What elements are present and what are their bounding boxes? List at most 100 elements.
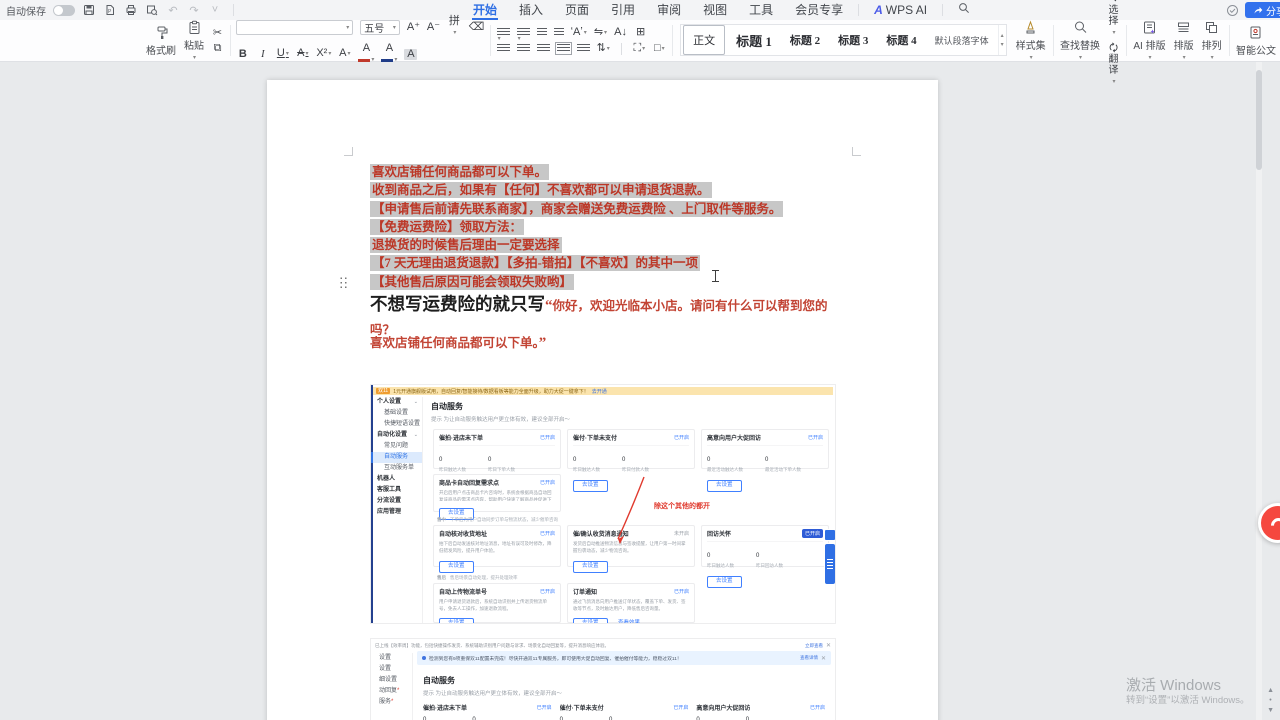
- sidebar-item-tools[interactable]: 客服工具: [371, 485, 422, 496]
- page-up-icon[interactable]: ▲: [1267, 687, 1274, 694]
- status-link[interactable]: 已开启: [540, 588, 555, 595]
- status-link[interactable]: 已开启: [674, 588, 689, 595]
- highlighted-paragraph[interactable]: 喜欢店铺任何商品都可以下单。 收到商品之后，如果有【任何】不喜欢都可以申请退货退…: [370, 163, 783, 291]
- font-name-combo[interactable]: ▾: [236, 20, 353, 35]
- tab-page[interactable]: 页面: [554, 0, 600, 20]
- status-link[interactable]: 已开启: [673, 704, 688, 711]
- ribbon-search-icon[interactable]: [947, 0, 981, 20]
- text-effect-button[interactable]: A: [338, 48, 351, 60]
- style-set-button[interactable]: 样式集: [1012, 20, 1050, 61]
- paragraph-drag-handle-icon[interactable]: [339, 276, 348, 289]
- sidebar-item[interactable]: 设置: [371, 664, 412, 675]
- superscript-button[interactable]: X²: [316, 48, 331, 60]
- sidebar-item-routing[interactable]: 分流设置: [371, 496, 422, 507]
- page-down-icon[interactable]: ▼: [1267, 707, 1274, 714]
- tab-wps-ai[interactable]: AWPS AI: [863, 0, 938, 20]
- sidebar-item[interactable]: 常见问题: [371, 441, 422, 452]
- heading-red-line2[interactable]: 喜欢店铺任何商品都可以下单。”: [370, 332, 546, 352]
- shrink-font-icon[interactable]: A⁻: [427, 22, 440, 33]
- justify-icon[interactable]: [557, 44, 570, 53]
- tab-reference[interactable]: 引用: [600, 0, 646, 20]
- align-left-icon[interactable]: [497, 44, 510, 53]
- underline-button[interactable]: U: [276, 48, 289, 60]
- increase-indent-icon[interactable]: [554, 28, 564, 37]
- sidebar-item-robot[interactable]: 机器人: [371, 474, 422, 485]
- style-heading3[interactable]: 标题 3: [829, 25, 877, 55]
- cut-icon[interactable]: ✂: [211, 28, 224, 39]
- status-link[interactable]: 已开启: [540, 530, 555, 537]
- doc-scrollbar-thumb[interactable]: [1256, 70, 1262, 170]
- go-setup-button[interactable]: 去设置: [573, 561, 608, 573]
- sidebar-item[interactable]: 细设置: [371, 675, 412, 686]
- autosave-toggle[interactable]: [53, 5, 75, 16]
- tab-insert[interactable]: 插入: [508, 0, 554, 20]
- floating-promo-widget[interactable]: [824, 529, 836, 585]
- style-heading2[interactable]: 标题 2: [781, 25, 829, 55]
- sidebar-item[interactable]: 基础设置: [371, 408, 422, 419]
- distribute-icon[interactable]: [577, 44, 590, 53]
- shot2-top-link[interactable]: 立即查看: [805, 643, 823, 649]
- translate-button[interactable]: 🗘 翻译: [1107, 43, 1120, 88]
- go-setup-button[interactable]: 去设置: [573, 480, 608, 492]
- strikethrough-button[interactable]: A: [296, 48, 309, 60]
- close-icon[interactable]: ✕: [821, 655, 826, 662]
- smart-doc-button[interactable]: 智能公文: [1232, 20, 1280, 61]
- arrange-button[interactable]: 排列: [1198, 20, 1226, 61]
- style-heading1[interactable]: 标题 1: [727, 25, 781, 55]
- line-spacing-icon[interactable]: ⇅: [597, 43, 610, 55]
- border-icon[interactable]: □: [653, 43, 666, 55]
- decrease-indent-icon[interactable]: [537, 28, 547, 37]
- promo-link[interactable]: 去开通: [592, 388, 607, 395]
- tab-review[interactable]: 审阅: [646, 0, 692, 20]
- tab-view[interactable]: 视图: [692, 0, 738, 20]
- status-link[interactable]: 已开启: [540, 479, 555, 486]
- sidebar-item[interactable]: 服务*: [371, 697, 412, 708]
- print-icon[interactable]: [124, 3, 138, 17]
- sidebar-group-automation[interactable]: 自动化设置⌄: [371, 430, 422, 441]
- style-heading4[interactable]: 标题 4: [877, 25, 925, 55]
- tab-tools[interactable]: 工具: [738, 0, 784, 20]
- align-right-icon[interactable]: [537, 44, 550, 53]
- sidebar-item[interactable]: 快捷短语设置: [371, 419, 422, 430]
- sidebar-item-auto-service[interactable]: 自动服务: [371, 452, 422, 463]
- export-pdf-icon[interactable]: P: [103, 3, 117, 17]
- ai-typeset-button[interactable]: AI 排版: [1129, 20, 1169, 61]
- status-badge[interactable]: 已开启: [802, 529, 823, 538]
- text-direction-icon[interactable]: ⇋: [594, 27, 607, 39]
- save-icon[interactable]: [82, 3, 96, 17]
- select-tool-button[interactable]: ⭦ 选择: [1107, 0, 1120, 39]
- document-page[interactable]: 喜欢店铺任何商品都可以下单。 收到商品之后，如果有【任何】不喜欢都可以申请退货退…: [267, 80, 938, 720]
- sidebar-item-apps[interactable]: 应用管理: [371, 507, 422, 518]
- close-icon[interactable]: ✕: [826, 642, 831, 649]
- tab-member[interactable]: 会员专享: [784, 0, 854, 20]
- go-setup-button[interactable]: 去设置: [707, 480, 742, 492]
- browse-object-icon[interactable]: •: [1269, 697, 1271, 704]
- sidebar-item[interactable]: 动回复*: [371, 686, 412, 697]
- sidebar-group-personal[interactable]: 个人设置⌄: [371, 397, 422, 408]
- numbered-list-icon[interactable]: [517, 28, 530, 37]
- status-link[interactable]: 已开启: [674, 434, 689, 441]
- view-effect-link[interactable]: 查看效果: [618, 620, 640, 624]
- show-marks-icon[interactable]: ⊞: [634, 27, 647, 38]
- promo-bar[interactable]: 双11 1元开通旗舰版试用，自动回复/智能接待/数据看板等能力全面升级，助力大促…: [373, 387, 833, 395]
- status-link[interactable]: 已开启: [537, 704, 552, 711]
- typeset-button[interactable]: 排版: [1170, 20, 1198, 61]
- char-scale-icon[interactable]: ʻAʼ: [571, 27, 587, 39]
- redo-icon[interactable]: ↷: [187, 3, 201, 17]
- status-link[interactable]: 已开启: [808, 434, 823, 441]
- go-setup-button[interactable]: 去设置: [573, 618, 608, 624]
- status-link[interactable]: 未开启: [674, 530, 689, 537]
- paragraph-shading-icon[interactable]: ⛶: [633, 43, 646, 55]
- italic-button[interactable]: I: [256, 49, 269, 60]
- go-setup-button[interactable]: 去设置: [439, 618, 474, 624]
- style-normal[interactable]: 正文: [683, 25, 725, 55]
- font-color-button[interactable]: A: [381, 43, 397, 66]
- clear-format-icon[interactable]: ⌫: [469, 22, 484, 33]
- style-gallery-stepper[interactable]: ▴▾: [998, 25, 1006, 55]
- print-preview-icon[interactable]: [145, 3, 159, 17]
- format-painter-button[interactable]: 格式刷: [142, 20, 180, 61]
- scroll-page-buttons[interactable]: ▲ • ▼: [1267, 687, 1274, 714]
- status-link[interactable]: 已开启: [540, 434, 555, 441]
- font-size-combo[interactable]: 五号▾: [360, 20, 400, 35]
- pinyin-guide-icon[interactable]: 拼: [447, 16, 462, 39]
